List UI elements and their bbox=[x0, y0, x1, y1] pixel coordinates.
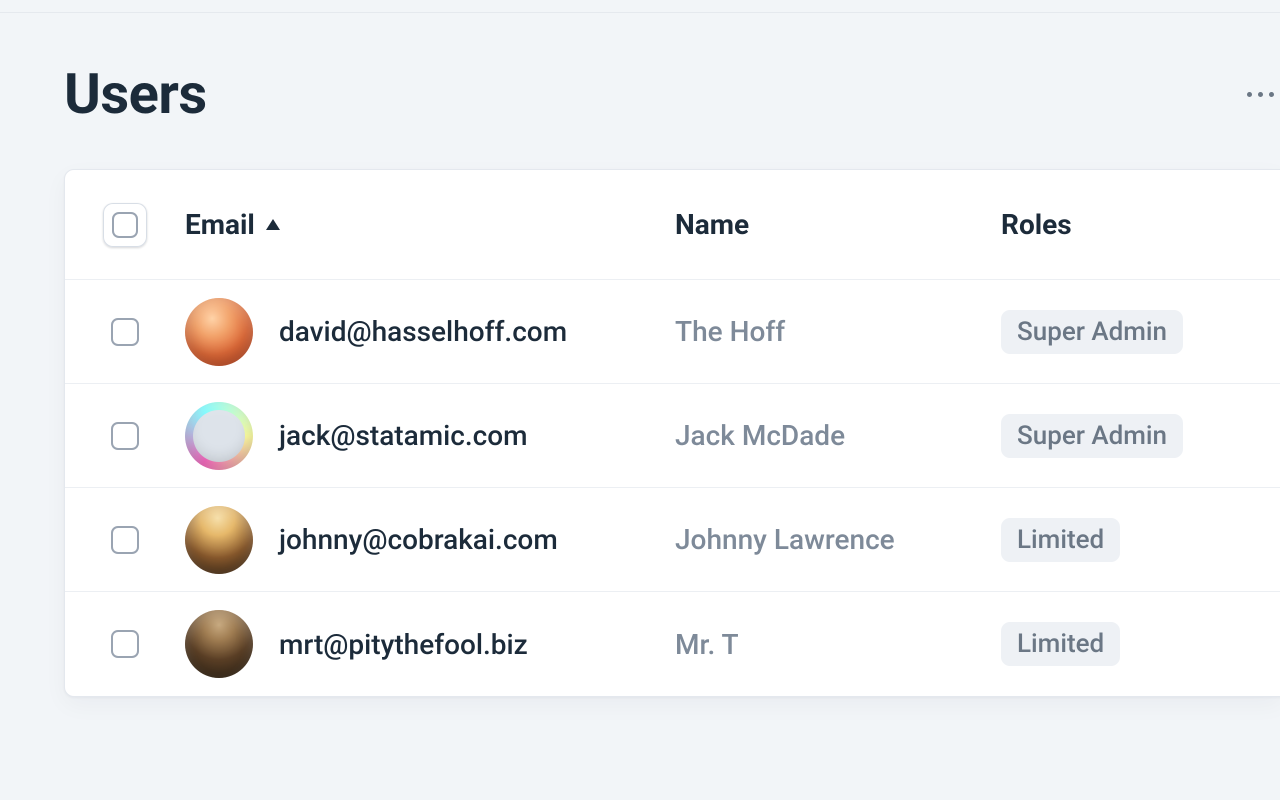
roles-cell: Limited bbox=[1001, 518, 1280, 562]
row-checkbox[interactable] bbox=[111, 422, 139, 450]
role-badge: Limited bbox=[1001, 518, 1120, 562]
avatar bbox=[185, 506, 253, 574]
dot-icon bbox=[1247, 92, 1252, 97]
user-email-link[interactable]: johnny@cobrakai.com bbox=[279, 523, 558, 556]
role-badge: Super Admin bbox=[1001, 414, 1183, 458]
avatar bbox=[185, 298, 253, 366]
column-header-label: Roles bbox=[1001, 208, 1072, 241]
user-email-link[interactable]: mrt@pitythefool.biz bbox=[279, 628, 528, 661]
checkbox-icon bbox=[112, 212, 138, 238]
page-header: Users bbox=[64, 13, 1280, 169]
user-name: Mr. T bbox=[675, 628, 1001, 661]
user-name: Jack McDade bbox=[675, 419, 1001, 452]
table-row: johnny@cobrakai.com Johnny Lawrence Limi… bbox=[65, 488, 1280, 592]
column-header-email[interactable]: Email bbox=[185, 208, 675, 241]
page-title: Users bbox=[64, 61, 207, 127]
column-header-name[interactable]: Name bbox=[675, 208, 1001, 241]
dot-icon bbox=[1258, 92, 1263, 97]
role-badge: Limited bbox=[1001, 622, 1120, 666]
users-page: Users Email Name Roles bbox=[0, 12, 1280, 697]
table-row: david@hasselhoff.com The Hoff Super Admi… bbox=[65, 280, 1280, 384]
email-cell: david@hasselhoff.com bbox=[185, 298, 675, 366]
select-all-checkbox[interactable] bbox=[103, 203, 147, 247]
table-row: mrt@pitythefool.biz Mr. T Limited bbox=[65, 592, 1280, 696]
table-row: jack@statamic.com Jack McDade Super Admi… bbox=[65, 384, 1280, 488]
row-select-cell bbox=[65, 630, 185, 658]
avatar bbox=[185, 610, 253, 678]
users-table: Email Name Roles david@hasselhoff.com Th… bbox=[64, 169, 1280, 697]
email-cell: jack@statamic.com bbox=[185, 402, 675, 470]
column-header-roles[interactable]: Roles bbox=[1001, 208, 1280, 241]
user-email-link[interactable]: david@hasselhoff.com bbox=[279, 315, 567, 348]
row-select-cell bbox=[65, 526, 185, 554]
table-body: david@hasselhoff.com The Hoff Super Admi… bbox=[65, 280, 1280, 696]
email-cell: mrt@pitythefool.biz bbox=[185, 610, 675, 678]
select-all-cell bbox=[65, 203, 185, 247]
email-cell: johnny@cobrakai.com bbox=[185, 506, 675, 574]
roles-cell: Super Admin bbox=[1001, 414, 1280, 458]
user-email-link[interactable]: jack@statamic.com bbox=[279, 419, 528, 452]
sort-asc-icon bbox=[265, 219, 281, 231]
row-checkbox[interactable] bbox=[111, 526, 139, 554]
role-badge: Super Admin bbox=[1001, 310, 1183, 354]
dot-icon bbox=[1269, 92, 1274, 97]
avatar bbox=[185, 402, 253, 470]
column-header-label: Email bbox=[185, 208, 255, 241]
row-checkbox[interactable] bbox=[111, 630, 139, 658]
user-name: Johnny Lawrence bbox=[675, 523, 1001, 556]
more-actions-button[interactable] bbox=[1247, 92, 1280, 97]
column-header-label: Name bbox=[675, 208, 749, 241]
row-select-cell bbox=[65, 422, 185, 450]
roles-cell: Super Admin bbox=[1001, 310, 1280, 354]
row-checkbox[interactable] bbox=[111, 318, 139, 346]
user-name: The Hoff bbox=[675, 315, 1001, 348]
row-select-cell bbox=[65, 318, 185, 346]
table-header: Email Name Roles bbox=[65, 170, 1280, 280]
roles-cell: Limited bbox=[1001, 622, 1280, 666]
